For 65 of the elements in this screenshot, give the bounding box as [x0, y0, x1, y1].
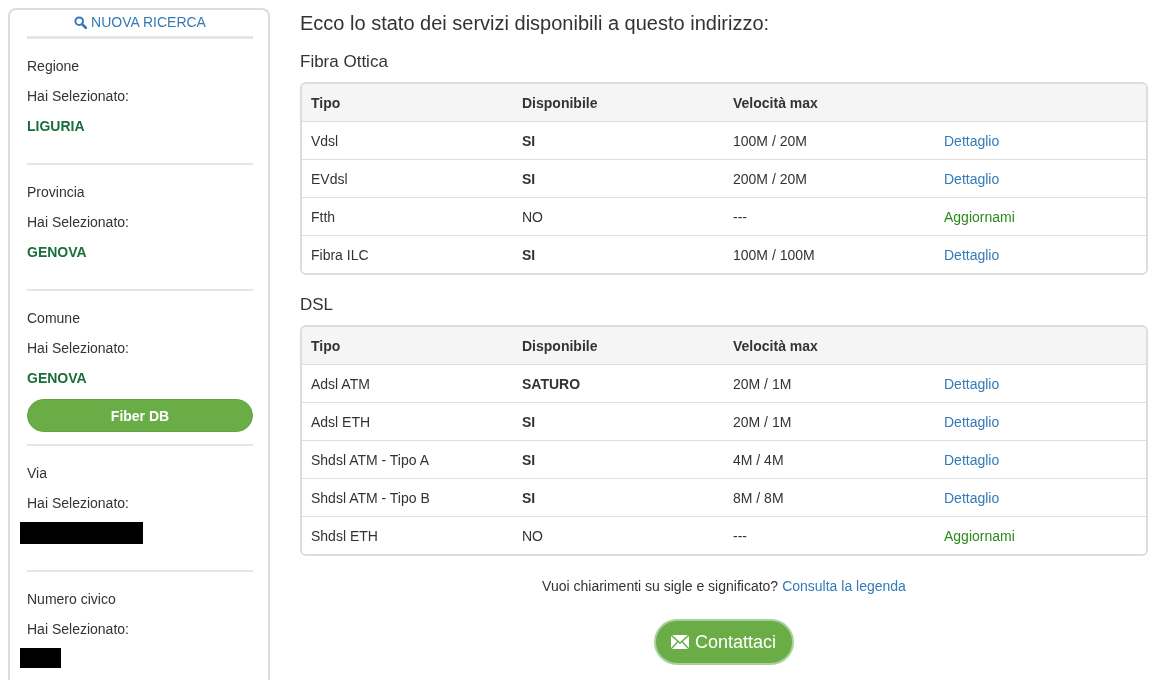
detail-link[interactable]: Dettaglio: [944, 132, 1000, 149]
new-search-link[interactable]: NUOVA RICERCA: [27, 14, 253, 39]
table-cell: Shdsl ATM - Tipo A: [311, 451, 429, 468]
contact-button[interactable]: Contattaci: [653, 619, 794, 665]
table-cell: Shdsl ATM - Tipo B: [311, 489, 430, 506]
table-cell: SI: [522, 489, 536, 506]
column-header: Velocità max: [733, 337, 818, 354]
table-cell: Adsl ETH: [311, 413, 371, 430]
section-label: Via: [27, 464, 47, 483]
detail-link[interactable]: Dettaglio: [944, 451, 1000, 468]
detail-link[interactable]: Dettaglio: [944, 413, 1000, 430]
table-cell: Fibra ILC: [311, 246, 369, 263]
table-cell: 100M / 100M: [733, 246, 815, 263]
search-icon: [74, 15, 88, 29]
section-title: Fibra Ottica: [300, 52, 389, 72]
selection-prompt: Hai Selezionato:: [27, 339, 129, 358]
detail-link[interactable]: Dettaglio: [944, 489, 1000, 506]
selected-value: LIGURIA: [27, 117, 85, 136]
table-cell: 200M / 20M: [733, 170, 807, 187]
selection-prompt: Hai Selezionato:: [27, 213, 129, 232]
column-header: Tipo: [311, 94, 341, 111]
section-label: Provincia: [27, 183, 85, 202]
legend-link[interactable]: Consulta la legenda: [782, 578, 906, 594]
table-cell: SI: [522, 451, 536, 468]
table-cell: SATURO: [522, 375, 581, 392]
table-cell: 20M / 1M: [733, 413, 792, 430]
column-header: Velocità max: [733, 94, 818, 111]
section-title: DSL: [300, 295, 335, 315]
table-cell: SI: [522, 170, 536, 187]
update-link[interactable]: Aggiornami: [944, 208, 1015, 225]
detail-link[interactable]: Dettaglio: [944, 375, 1000, 392]
table-cell: SI: [522, 132, 536, 149]
table-cell: 8M / 8M: [733, 489, 784, 506]
table-cell: NO: [522, 208, 543, 225]
table-cell: 20M / 1M: [733, 375, 792, 392]
detail-link[interactable]: Dettaglio: [944, 170, 1000, 187]
selection-prompt: Hai Selezionato:: [27, 87, 129, 106]
table-cell: 4M / 4M: [733, 451, 784, 468]
selection-prompt: Hai Selezionato:: [27, 620, 129, 639]
table-cell: Shdsl ETH: [311, 527, 378, 544]
column-header: Disponibile: [522, 94, 598, 111]
fiber-db-button[interactable]: Fiber DB: [27, 399, 253, 432]
update-link[interactable]: Aggiornami: [944, 527, 1015, 544]
page-heading: Ecco lo stato dei servizi disponibili a questo indirizzo:: [300, 12, 771, 35]
table-cell: Vdsl: [311, 132, 339, 149]
envelope-icon: [670, 635, 689, 649]
table-cell: 100M / 20M: [733, 132, 807, 149]
section-label: Numero civico: [27, 590, 116, 609]
selected-value: GENOVA: [27, 243, 87, 262]
section-label: Comune: [27, 309, 80, 328]
table-cell: ---: [733, 527, 747, 544]
legend-question: Vuoi chiarimenti su sigle e significato?: [542, 578, 779, 594]
table-cell: ---: [733, 208, 747, 225]
section-label: Regione: [27, 57, 80, 76]
table-cell: Adsl ATM: [311, 375, 370, 392]
table-cell: Ftth: [311, 208, 336, 225]
column-header: Disponibile: [522, 337, 598, 354]
table-cell: SI: [522, 246, 536, 263]
selected-value: GENOVA: [27, 369, 87, 388]
table-cell: NO: [522, 527, 543, 544]
selection-prompt: Hai Selezionato:: [27, 494, 129, 513]
table-cell: EVdsl: [311, 170, 348, 187]
column-header: Tipo: [311, 337, 341, 354]
detail-link[interactable]: Dettaglio: [944, 246, 1000, 263]
table-cell: SI: [522, 413, 536, 430]
